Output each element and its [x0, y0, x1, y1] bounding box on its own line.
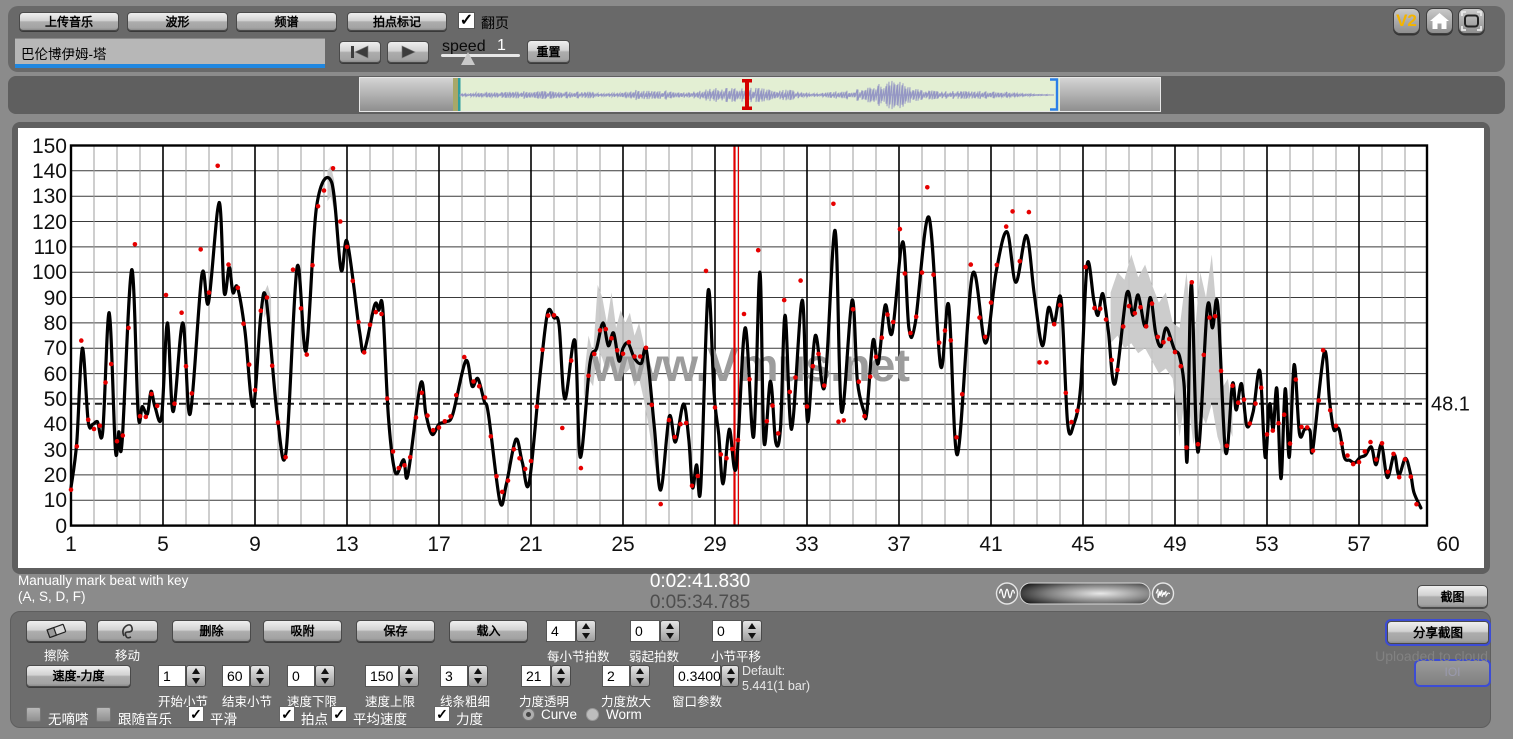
svg-text:10: 10 [44, 489, 67, 512]
svg-text:100: 100 [32, 261, 67, 284]
svg-text:5: 5 [157, 533, 169, 556]
svg-text:50: 50 [44, 388, 67, 411]
svg-text:150: 150 [32, 135, 67, 158]
svg-text:41: 41 [979, 533, 1002, 556]
svg-text:33: 33 [795, 533, 818, 556]
svg-text:53: 53 [1255, 533, 1278, 556]
svg-text:90: 90 [44, 287, 67, 310]
svg-text:13: 13 [335, 533, 358, 556]
svg-text:37: 37 [887, 533, 910, 556]
svg-text:48.1: 48.1 [1431, 394, 1470, 416]
svg-text:40: 40 [44, 413, 67, 436]
svg-text:140: 140 [32, 160, 67, 183]
svg-text:17: 17 [427, 533, 450, 556]
svg-text:60: 60 [44, 363, 67, 386]
svg-text:110: 110 [34, 236, 67, 259]
svg-text:9: 9 [249, 533, 261, 556]
svg-text:30: 30 [44, 439, 67, 462]
svg-text:20: 20 [44, 464, 67, 487]
svg-text:1: 1 [65, 533, 77, 556]
svg-text:29: 29 [703, 533, 726, 556]
svg-text:80: 80 [44, 312, 67, 335]
svg-text:60: 60 [1436, 533, 1459, 556]
svg-text:70: 70 [44, 337, 67, 360]
svg-text:25: 25 [611, 533, 634, 556]
svg-text:120: 120 [32, 211, 67, 234]
svg-text:49: 49 [1163, 533, 1186, 556]
svg-text:57: 57 [1347, 533, 1370, 556]
svg-text:130: 130 [32, 185, 67, 208]
svg-text:21: 21 [519, 533, 542, 556]
svg-text:45: 45 [1071, 533, 1094, 556]
